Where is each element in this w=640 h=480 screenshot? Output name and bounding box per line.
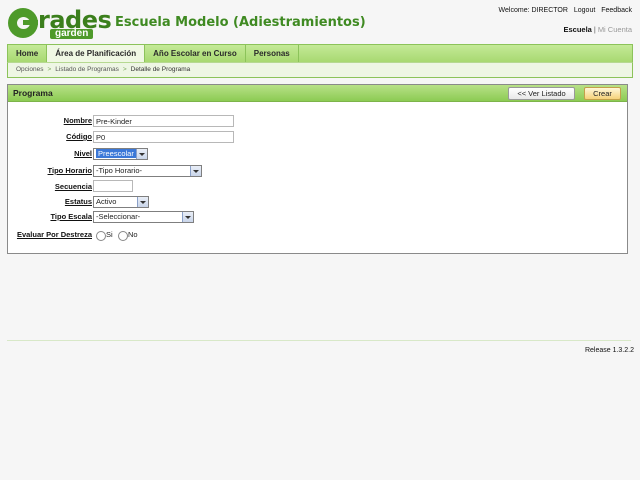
tab-people[interactable]: Personas: [246, 45, 299, 62]
panel-header: Programa << Ver Listado Crear: [8, 85, 627, 102]
si-radio[interactable]: [96, 231, 106, 241]
tipo-escala-select[interactable]: -Seleccionar-: [93, 211, 194, 223]
tipo-horario-select[interactable]: -Tipo Horario-: [93, 165, 202, 177]
chevron-down-icon: [137, 197, 148, 207]
tipo-horario-row: Tipo Horario: [8, 164, 92, 178]
no-label: No: [128, 230, 138, 239]
nombre-row: Nombre: [8, 114, 92, 128]
chevron-right-icon: >: [47, 66, 52, 73]
logout-link[interactable]: Logout: [574, 7, 595, 14]
tipo-horario-label: Tipo Horario: [47, 166, 92, 175]
context-switch: Escuela | Mi Cuenta: [563, 25, 633, 34]
nivel-row: Nivel: [8, 147, 92, 161]
tipo-escala-label: Tipo Escala: [50, 212, 92, 221]
create-button[interactable]: Crear: [584, 87, 621, 100]
chevron-down-icon: [136, 149, 147, 159]
estatus-value: Activo: [96, 197, 117, 206]
footer-divider: [7, 340, 631, 341]
panel-title: Programa: [13, 88, 53, 98]
program-panel: Programa << Ver Listado Crear Nombre Pre…: [7, 84, 628, 254]
tab-current-school-year[interactable]: Año Escolar en Curso: [145, 45, 246, 62]
tab-home[interactable]: Home: [8, 45, 48, 62]
nombre-input[interactable]: Pre-Kinder: [93, 115, 234, 127]
release-version: Release 1.3.2.2: [584, 347, 634, 354]
nivel-selected-value: Preescolar: [96, 149, 136, 158]
tipo-escala-value: -Seleccionar-: [96, 212, 141, 221]
no-radio[interactable]: [118, 231, 128, 241]
logo: rades garden: [8, 6, 112, 40]
tab-planning-area[interactable]: Área de Planificación: [47, 45, 146, 62]
secuencia-label: Secuencia: [54, 182, 92, 191]
site-title: Escuela Modelo (Adiestramientos): [115, 15, 366, 30]
feedback-link[interactable]: Feedback: [601, 7, 632, 14]
breadcrumb-current: Detalle de Programa: [130, 66, 191, 73]
evaluar-row: Evaluar Por Destreza: [8, 228, 92, 242]
nivel-label: Nivel: [74, 149, 92, 158]
evaluar-label: Evaluar Por Destreza: [16, 230, 92, 239]
estatus-label: Estatus: [64, 197, 92, 206]
chevron-right-icon: >: [122, 66, 127, 73]
nombre-label: Nombre: [63, 116, 92, 125]
chevron-down-icon: [190, 166, 201, 176]
estatus-select[interactable]: Activo: [93, 196, 149, 208]
my-account-link[interactable]: Mi Cuenta: [598, 25, 632, 34]
secuencia-input[interactable]: [93, 180, 133, 192]
nivel-select[interactable]: Preescolar: [93, 148, 148, 160]
breadcrumb: Opciones > Listado de Programas > Detalle de…: [7, 62, 633, 78]
breadcrumb-program-list[interactable]: Listado de Programas: [55, 66, 119, 73]
breadcrumb-options[interactable]: Opciones: [16, 66, 43, 73]
welcome-text: Welcome: DIRECTOR: [498, 7, 568, 14]
estatus-row: Estatus: [8, 195, 92, 209]
codigo-label: Código: [66, 132, 92, 141]
main-nav: Home Área de Planificación Año Escolar e…: [7, 44, 633, 62]
tipo-horario-value: -Tipo Horario-: [96, 166, 142, 175]
school-link[interactable]: Escuela: [564, 25, 592, 34]
codigo-row: Código: [8, 130, 92, 144]
view-list-button[interactable]: << Ver Listado: [508, 87, 575, 100]
logo-subtext: garden: [50, 29, 94, 39]
chevron-down-icon: [182, 212, 193, 222]
tipo-escala-row: Tipo Escala: [8, 210, 92, 224]
secuencia-row: Secuencia: [8, 180, 92, 194]
user-links: Welcome: DIRECTOR Logout Feedback: [495, 7, 632, 14]
si-label: Si: [106, 230, 113, 239]
codigo-input[interactable]: P0: [93, 131, 234, 143]
